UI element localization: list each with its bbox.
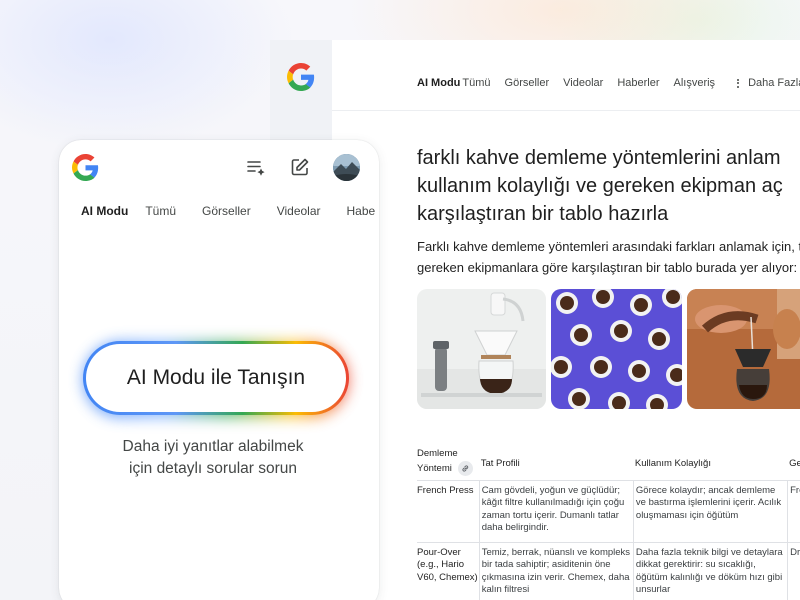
mobile-tab-bar: AI Modu Tümü Görseller Videolar Habe [81,204,379,218]
tab-images[interactable]: Görseller [202,204,251,218]
mobile-card: AI Modu Tümü Görseller Videolar Habe AI … [59,140,379,600]
subtitle-line: için detaylı sorular sorun [129,460,297,477]
user-query: farklı kahve demleme yöntemlerini anlam … [417,144,800,228]
edit-icon[interactable] [290,157,310,177]
query-line: karşılaştıran bir tablo hazırla [417,203,669,225]
table-header-cell: Demleme Yöntemi [417,444,479,480]
table-cell: Dri [787,542,800,600]
answer-line: Farklı kahve demleme yöntemleri arasında… [417,239,800,254]
tab-videos[interactable]: Videolar [277,204,321,218]
table-header-row: Demleme Yöntemi Tat Profili Kullanım Kol… [417,444,800,481]
tab-ai-mode[interactable]: AI Modu [81,204,128,218]
image-barista-pouring[interactable] [687,289,800,409]
cta-subtitle: Daha iyi yanıtlar alabilmek için detaylı… [59,436,367,480]
avatar[interactable] [333,154,360,181]
tab-shopping[interactable]: Alışveriş [674,77,716,89]
tab-news[interactable]: Habe [347,204,376,218]
table-row: Pour-Over (e.g., Hario V60, Chemex) Temi… [417,542,800,600]
table-header-cell: Kullanım Kolaylığı [634,458,711,469]
subtitle-line: Daha iyi yanıtlar alabilmek [122,438,304,455]
table-cell-method: Pour-Over (e.g., Hario V60, Chemex) [417,546,478,583]
query-line: farklı kahve demleme yöntemlerini anlam [417,147,781,169]
more-tabs-label: Daha Fazla [748,77,800,89]
table-header-cell: Tat Profili [480,458,520,469]
table-row: French Press Cam gövdeli, yoğun ve güçlü… [417,480,800,543]
table-cell-method: French Press [417,484,474,496]
table-cell: Temiz, berrak, nüanslı ve kompleks bir t… [478,542,633,600]
divider [332,110,800,111]
table-cell: Daha fazla teknik bilgi ve detaylara dik… [632,542,787,600]
table-cell: Fre [787,480,800,542]
answer-line: gereken ekipmanlara göre karşılaştıran b… [417,260,798,275]
more-tabs-button[interactable]: Daha Fazla [737,77,800,89]
google-g-icon[interactable] [287,63,315,91]
link-icon[interactable] [457,460,473,476]
table-cell: Cam gövdeli, yoğun ve güçlüdür; kâğıt fi… [478,480,633,542]
table-cell: Görece kolaydır; ancak demleme ve bastır… [632,480,787,542]
table-header-cell: Ge [789,458,800,469]
tab-all[interactable]: Tümü [462,77,490,89]
image-coffee-cups-top-view[interactable] [551,289,682,409]
image-strip [417,289,800,409]
more-vert-icon [737,77,740,89]
tab-videos[interactable]: Videolar [563,77,603,89]
query-line: kullanım kolaylığı ve gereken ekipman aç [417,175,783,197]
history-list-icon[interactable] [246,157,266,177]
ai-answer-intro: Farklı kahve demleme yöntemleri arasında… [417,236,800,278]
desktop-tab-bar: AI Modu Tümü Görseller Videolar Haberler… [417,73,800,93]
image-pour-over-dripper[interactable] [417,289,546,409]
google-g-icon[interactable] [72,154,99,181]
tab-images[interactable]: Görseller [505,77,550,89]
tab-all[interactable]: Tümü [145,204,176,218]
tab-news[interactable]: Haberler [617,77,659,89]
ai-mode-cta-button[interactable]: AI Modu ile Tanışın [86,344,346,412]
tab-ai-mode[interactable]: AI Modu [417,77,460,89]
comparison-table: Demleme Yöntemi Tat Profili Kullanım Kol… [417,444,800,600]
